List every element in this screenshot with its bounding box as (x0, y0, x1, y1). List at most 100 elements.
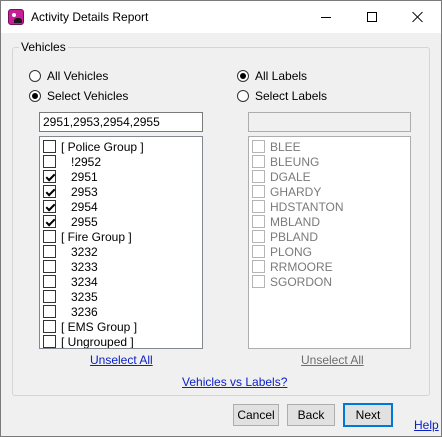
vehicle-list-item[interactable]: [ Ungrouped ] (43, 334, 134, 348)
label-list-item[interactable]: MBLAND (252, 214, 320, 229)
select-vehicles-label: Select Vehicles (47, 89, 129, 103)
help-link[interactable]: Help (414, 418, 439, 432)
group-label: Vehicles (19, 40, 68, 54)
vehicle-checkbox[interactable] (43, 320, 56, 333)
label-item-label: RRMOORE (270, 259, 333, 274)
label-list-item[interactable]: DGALE (252, 169, 311, 184)
vehicle-list-item[interactable]: 3232 (43, 244, 98, 259)
next-button[interactable]: Next (343, 403, 393, 427)
vehicle-item-label: [ EMS Group ] (61, 319, 138, 334)
vehicle-list-item[interactable]: 2953 (43, 184, 98, 199)
vehicle-checkbox[interactable] (43, 170, 56, 183)
title-bar: Activity Details Report (1, 1, 441, 33)
unselect-all-labels-link[interactable]: Unselect All (301, 353, 364, 367)
label-list-item[interactable]: HDSTANTON (252, 199, 344, 214)
vehicle-item-label: 3232 (71, 244, 98, 259)
label-list-item[interactable]: PBLAND (252, 229, 318, 244)
label-list[interactable]: BLEE BLEUNG DGALE GHARDY HDSTANTON MBLAND PBLA… (248, 136, 411, 349)
label-checkbox[interactable] (252, 215, 265, 228)
label-item-label: BLEUNG (270, 154, 320, 169)
select-labels-label: Select Labels (255, 89, 328, 103)
label-list-item[interactable]: BLEUNG (252, 154, 319, 169)
vehicle-checkbox[interactable] (43, 290, 56, 303)
label-checkbox[interactable] (252, 275, 265, 288)
vehicle-list-item[interactable]: 3236 (43, 304, 98, 319)
maximize-icon (367, 12, 377, 22)
label-list-item[interactable]: GHARDY (252, 184, 321, 199)
label-checkbox[interactable] (252, 155, 265, 168)
vehicle-item-label: 2955 (71, 214, 98, 229)
vehicle-checkbox[interactable] (43, 200, 56, 213)
select-vehicles-radio-dot (29, 90, 41, 102)
label-checkbox[interactable] (252, 260, 265, 273)
maximize-button[interactable] (349, 1, 395, 33)
vehicle-list-item[interactable]: [ Police Group ] (43, 139, 144, 154)
select-labels-radio-dot (237, 90, 249, 102)
all-labels-radio-dot (237, 70, 249, 82)
vehicle-filter-input[interactable]: 2951,2953,2954,2955 (39, 112, 203, 132)
vehicle-list-item[interactable]: [ Fire Group ] (43, 229, 132, 244)
vehicle-checkbox[interactable] (43, 185, 56, 198)
vehicle-checkbox[interactable] (43, 230, 56, 243)
label-item-label: GHARDY (270, 184, 322, 199)
all-labels-radio[interactable]: All Labels (237, 69, 307, 83)
vehicle-item-label: 3234 (71, 274, 98, 289)
unselect-all-vehicles-link[interactable]: Unselect All (90, 353, 153, 367)
back-button[interactable]: Back (287, 404, 335, 426)
label-checkbox[interactable] (252, 170, 265, 183)
vehicle-checkbox[interactable] (43, 215, 56, 228)
label-list-item[interactable]: BLEE (252, 139, 301, 154)
vehicle-item-label: 2951 (71, 169, 98, 184)
label-item-label: DGALE (270, 169, 311, 184)
label-list-item[interactable]: RRMOORE (252, 259, 333, 274)
vehicle-list-item[interactable]: 2954 (43, 199, 98, 214)
vehicles-vs-labels-link[interactable]: Vehicles vs Labels? (182, 375, 287, 389)
vehicle-list-item[interactable]: [ EMS Group ] (43, 319, 137, 334)
vehicle-item-label: 3236 (71, 304, 98, 319)
report-dialog: Activity Details Report Vehicles All Veh… (0, 0, 442, 437)
all-vehicles-radio[interactable]: All Vehicles (29, 69, 108, 83)
all-vehicles-label: All Vehicles (47, 69, 109, 83)
vehicle-checkbox[interactable] (43, 305, 56, 318)
vehicle-item-label: [ Police Group ] (61, 139, 144, 154)
label-checkbox[interactable] (252, 230, 265, 243)
vehicle-list-item[interactable]: 3235 (43, 289, 98, 304)
app-icon (8, 9, 24, 25)
minimize-icon (321, 17, 331, 18)
vehicle-list-item[interactable]: 3234 (43, 274, 98, 289)
label-checkbox[interactable] (252, 185, 265, 198)
label-item-label: MBLAND (270, 214, 321, 229)
label-list-item[interactable]: PLONG (252, 244, 312, 259)
label-item-label: PBLAND (270, 229, 319, 244)
cancel-button[interactable]: Cancel (233, 404, 279, 426)
vehicle-list-item[interactable]: 2955 (43, 214, 98, 229)
vehicle-checkbox[interactable] (43, 275, 56, 288)
label-checkbox[interactable] (252, 245, 265, 258)
vehicle-list-item[interactable]: 3233 (43, 259, 98, 274)
all-vehicles-radio-dot (29, 70, 41, 82)
select-vehicles-radio[interactable]: Select Vehicles (29, 89, 128, 103)
minimize-button[interactable] (303, 1, 349, 33)
label-checkbox[interactable] (252, 140, 265, 153)
vehicle-checkbox[interactable] (43, 155, 56, 168)
vehicle-item-label: 3233 (71, 259, 98, 274)
vehicle-checkbox[interactable] (43, 140, 56, 153)
vehicle-list[interactable]: [ Police Group ] !2952 2951 2953 2954 2955[ F… (39, 136, 203, 349)
vehicle-item-label: [ Fire Group ] (61, 229, 132, 244)
vehicle-item-label: !2952 (71, 154, 102, 169)
select-labels-radio[interactable]: Select Labels (237, 89, 327, 103)
vehicle-list-item[interactable]: !2952 (43, 154, 101, 169)
vehicle-checkbox[interactable] (43, 260, 56, 273)
vehicle-item-label: 2954 (71, 199, 98, 214)
vehicle-list-item[interactable]: 2951 (43, 169, 98, 184)
label-checkbox[interactable] (252, 200, 265, 213)
label-list-item[interactable]: SGORDON (252, 274, 332, 289)
window-title: Activity Details Report (31, 10, 149, 24)
label-filter-input[interactable] (248, 112, 411, 132)
vehicle-checkbox[interactable] (43, 245, 56, 258)
label-item-label: HDSTANTON (270, 199, 344, 214)
label-item-label: BLEE (270, 139, 301, 154)
vehicle-checkbox[interactable] (43, 335, 56, 348)
label-item-label: PLONG (270, 244, 313, 259)
close-button[interactable] (395, 1, 441, 33)
